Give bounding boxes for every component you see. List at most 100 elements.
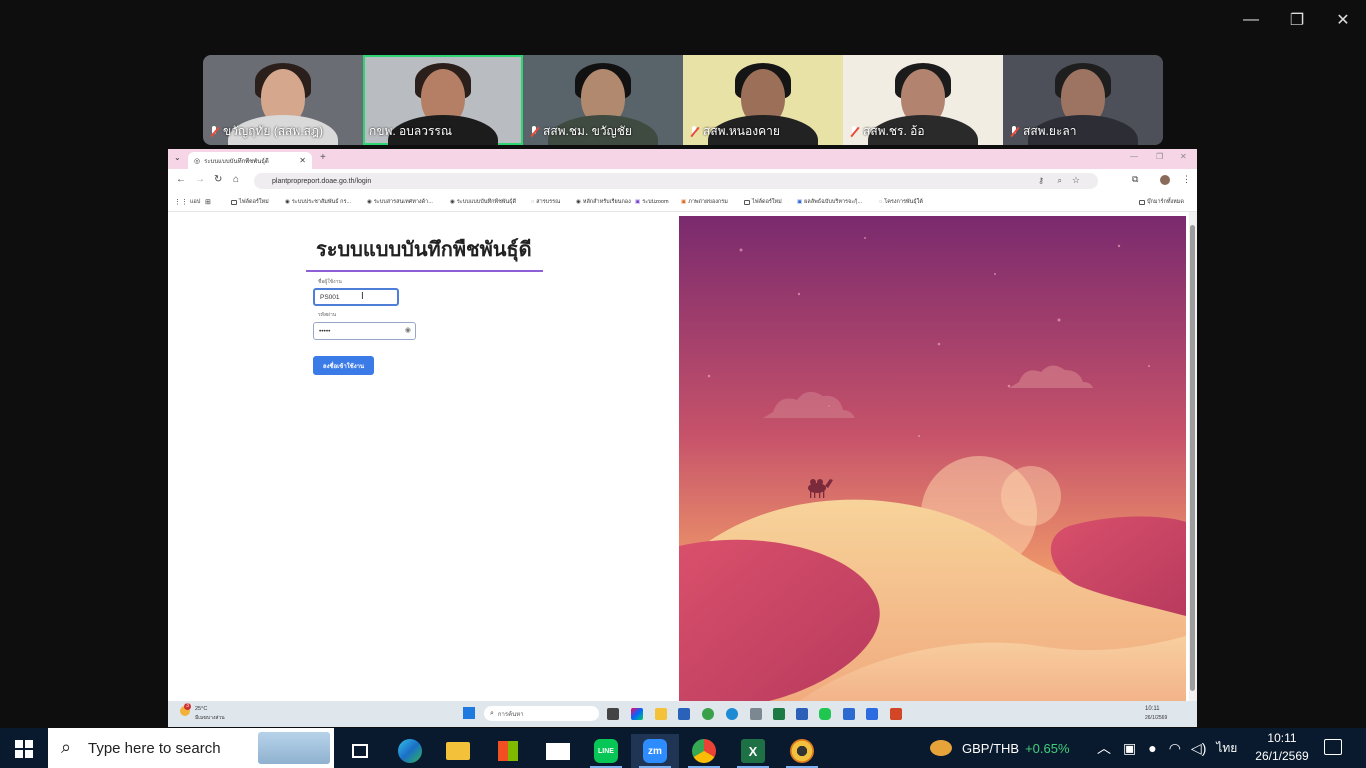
chrome-icon[interactable] bbox=[680, 734, 728, 768]
bookmark-item[interactable]: ◉ ระบบแบบบันทึกพืชพันธุ์ดี bbox=[450, 198, 516, 206]
zoom-icon[interactable]: ⌕ bbox=[1058, 176, 1062, 186]
back-icon[interactable]: ← bbox=[176, 174, 186, 185]
password-key-icon[interactable]: ⚷ bbox=[1038, 176, 1044, 185]
line-icon[interactable]: LINE bbox=[582, 734, 630, 768]
edge-icon[interactable] bbox=[726, 708, 738, 720]
edge-icon[interactable] bbox=[386, 734, 434, 768]
file-explorer-icon[interactable] bbox=[655, 708, 667, 720]
menu-icon[interactable]: ⋮ bbox=[1182, 174, 1191, 185]
chrome-icon[interactable] bbox=[702, 708, 714, 720]
clock-date[interactable]: 26/1/2569 bbox=[1252, 749, 1312, 763]
bookmark-item[interactable]: ◉ หลักสำหรับเรียนกอง bbox=[576, 198, 631, 206]
excel-icon[interactable]: X bbox=[729, 734, 777, 768]
bookmark-star-icon[interactable]: ☆ bbox=[1072, 175, 1080, 186]
all-bookmarks[interactable]: บุ๊กมาร์กทั้งหมด bbox=[1139, 198, 1184, 206]
participant-tile[interactable]: สสพ.ยะลา bbox=[1003, 55, 1163, 145]
restore-button[interactable]: ❐ bbox=[1282, 8, 1312, 32]
tab-search-icon[interactable]: ⌄ bbox=[174, 153, 181, 162]
participant-name: สสพ.ยะลา bbox=[1023, 124, 1077, 138]
mic-off-icon bbox=[209, 125, 219, 138]
bookmark-apps[interactable]: ⋮⋮ แอป bbox=[174, 198, 200, 206]
wifi-icon[interactable]: ◠ bbox=[1169, 740, 1181, 757]
notification-icon[interactable] bbox=[1324, 739, 1342, 755]
mail-icon[interactable] bbox=[534, 734, 582, 768]
stock-ticker[interactable]: GBP/THB +0.65% bbox=[930, 728, 1070, 768]
browser-minimize-icon[interactable]: — bbox=[1130, 152, 1138, 161]
participant-tile-active[interactable]: กขพ. อบลวรรณ bbox=[363, 55, 523, 145]
tab-title: ระบบแบบบันทึกพืชพันธุ์ดี bbox=[204, 158, 269, 165]
windows-start-icon[interactable] bbox=[463, 707, 475, 719]
participant-tile[interactable]: สสพ.หนองคาย bbox=[683, 55, 843, 145]
participant-tile[interactable]: ขวัญฤทัย (สสพ.สฎ) bbox=[203, 55, 363, 145]
page-scrollbar-thumb[interactable] bbox=[1190, 225, 1195, 691]
meet-now-icon[interactable]: ▣ bbox=[1123, 740, 1136, 757]
taskbar-search-box[interactable]: ⌕ Type here to search bbox=[48, 728, 334, 768]
password-input[interactable]: ••••• ◉ bbox=[313, 322, 416, 340]
desert-illustration bbox=[679, 216, 1186, 701]
bookmark-item[interactable]: ไฟล์ดอร์ใหม่ bbox=[231, 198, 269, 206]
start-button[interactable] bbox=[15, 740, 33, 758]
show-password-eye-icon[interactable]: ◉ bbox=[405, 326, 411, 334]
new-tab-button[interactable]: + bbox=[320, 152, 326, 163]
calculator-icon[interactable] bbox=[750, 708, 762, 720]
close-button[interactable]: ✕ bbox=[1328, 8, 1358, 32]
clock-time[interactable]: 10:11 bbox=[1252, 731, 1312, 745]
bookmark-item[interactable]: ◌ สารบรรณ bbox=[531, 198, 560, 206]
ticker-change: +0.65% bbox=[1025, 740, 1070, 756]
home-icon[interactable]: ⌂ bbox=[233, 174, 239, 185]
bookmark-item[interactable]: ไฟล์ดอร์ใหม่ bbox=[744, 198, 782, 206]
login-button[interactable]: ลงชื่อเข้าใช้งาน bbox=[313, 356, 374, 375]
remote-search-box[interactable]: ⌕ การค้นหา bbox=[484, 706, 599, 721]
zoom-icon[interactable]: zm bbox=[631, 734, 679, 768]
browser-close-icon[interactable]: ✕ bbox=[1180, 152, 1187, 161]
bookmark-item[interactable]: ▣ ภาพถ่ายของกรม bbox=[681, 198, 728, 206]
bookmark-item[interactable]: ▣ ผลลัพธ์ฉบับบริหารจะกุ้... bbox=[797, 198, 862, 206]
ticker-pair: GBP/THB bbox=[962, 740, 1020, 756]
bookmark-item[interactable]: ◉ ระบบประชาสัมพันธ์ กร... bbox=[285, 198, 351, 206]
reload-icon[interactable]: ↻ bbox=[214, 174, 222, 185]
zoom-app-icon[interactable] bbox=[866, 708, 878, 720]
tab-strip: ⌄ ◎ ระบบแบบบันทึกพืชพันธุ์ดี ✕ + — ❐ ✕ bbox=[168, 149, 1197, 169]
language-indicator[interactable]: ไทย bbox=[1216, 739, 1237, 758]
browser-restore-icon[interactable]: ❐ bbox=[1156, 152, 1163, 161]
shared-browser-window: ⌄ ◎ ระบบแบบบันทึกพืชพันธุ์ดี ✕ + — ❐ ✕ ←… bbox=[168, 149, 1197, 727]
remote-taskbar: 3 25°C มีเมฆบางส่วน ⌕ การค้นหา 10:11 26/1… bbox=[168, 701, 1197, 727]
bookmark-item[interactable]: ▣ ระบบzoom bbox=[635, 198, 669, 206]
powerpoint-icon[interactable] bbox=[890, 708, 902, 720]
remote-clock-date: 26/1/2569 bbox=[1145, 715, 1168, 721]
task-view-button[interactable] bbox=[336, 734, 384, 768]
profile-avatar[interactable] bbox=[1160, 175, 1170, 185]
screen-share-icon[interactable] bbox=[778, 734, 826, 768]
store-icon[interactable] bbox=[678, 708, 690, 720]
participant-tile[interactable]: สสพ.ชม. ขวัญชัย bbox=[523, 55, 683, 145]
text-cursor-icon: I bbox=[361, 291, 364, 302]
address-bar[interactable]: plantpropreport.doae.go.th/login ⚷ ⌕ ☆ bbox=[254, 173, 1098, 189]
mic-off-icon bbox=[529, 125, 539, 138]
copilot-icon[interactable] bbox=[631, 708, 643, 720]
word-icon[interactable] bbox=[796, 708, 808, 720]
file-explorer-icon[interactable] bbox=[434, 734, 482, 768]
minimize-button[interactable]: — bbox=[1236, 8, 1266, 32]
grid-icon[interactable]: ⊞ bbox=[205, 198, 211, 206]
excel-icon[interactable] bbox=[773, 708, 785, 720]
title-underline bbox=[306, 270, 543, 272]
bookmark-item[interactable]: ◌ โครงการพันธุ์ใต้ bbox=[879, 198, 923, 206]
bookmark-item[interactable]: ◉ ระบบสารสนเทศทางด้า... bbox=[367, 198, 433, 206]
url-text: plantpropreport.doae.go.th/login bbox=[272, 177, 372, 185]
tab-close-icon[interactable]: ✕ bbox=[299, 156, 306, 165]
snipping-tool-icon[interactable] bbox=[843, 708, 855, 720]
mic-off-icon bbox=[849, 125, 859, 138]
participant-tile[interactable]: สสพ.ชร. อ้อ bbox=[843, 55, 1003, 145]
forward-icon[interactable]: → bbox=[195, 174, 205, 185]
bookmarks-bar: ⋮⋮ แอป ⊞ ไฟล์ดอร์ใหม่ ◉ ระบบประชาสัมพันธ์ … bbox=[168, 193, 1197, 212]
windows-taskbar: ⌕ Type here to search LINE zm X GBP/THB … bbox=[0, 728, 1366, 768]
browser-tab[interactable]: ◎ ระบบแบบบันทึกพืชพันธุ์ดี ✕ bbox=[188, 152, 312, 169]
show-hidden-icons[interactable]: ︿ bbox=[1097, 738, 1111, 758]
store-icon[interactable] bbox=[484, 734, 532, 768]
microphone-icon[interactable]: ● bbox=[1148, 740, 1156, 756]
username-input[interactable]: PS001 I bbox=[313, 288, 399, 306]
task-view-icon[interactable] bbox=[607, 708, 619, 720]
volume-icon[interactable]: ◁) bbox=[1191, 740, 1206, 757]
line-icon[interactable] bbox=[819, 708, 831, 720]
extensions-icon[interactable]: ⧉ bbox=[1132, 174, 1138, 185]
